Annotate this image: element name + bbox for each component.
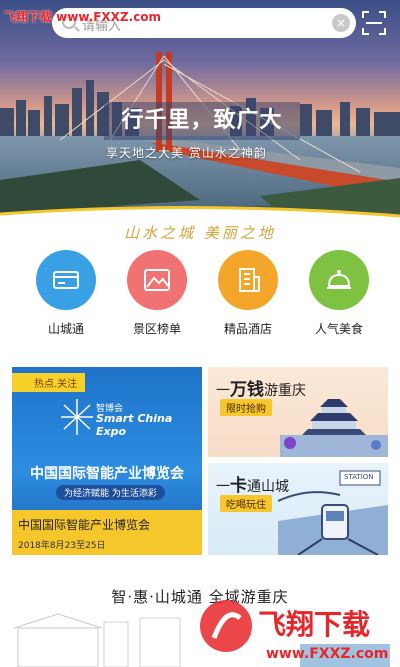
expo-logo-en-1: Smart China xyxy=(96,412,173,425)
nav-item-scenic-ranking[interactable]: 景区榜单 xyxy=(117,250,197,337)
hot-tag: 热点.关注 xyxy=(12,373,86,392)
hero-subtitle: 享天地之大美 赏山水之神韵 xyxy=(106,146,267,160)
expo-title: 中国国际智能产业博览会 xyxy=(18,518,151,532)
nav-circle xyxy=(36,250,96,310)
quick-nav: 山城通 景区榜单 精品酒店 人气美食 xyxy=(0,250,400,346)
watermark-logo: 飞翔下载 www.FXXZ.com xyxy=(200,600,388,662)
expo-tagline: 为经济赋能 为生活添彩 xyxy=(56,485,165,500)
pass-badge: 吃喝玩住 xyxy=(220,495,272,512)
nav-label: 精品酒店 xyxy=(223,322,272,336)
city-pass-card[interactable]: 一卡通山城 吃喝玩住 STATION xyxy=(208,463,388,555)
pass-prefix: 一 xyxy=(216,479,230,495)
hero-banner[interactable]: 飞翔下载 www.FXXZ.com 请输入 × 行千里，致广大 享天地之大美 赏… xyxy=(0,0,400,222)
watermark-text: 飞翔下载 xyxy=(258,608,370,641)
app-screen: 飞翔下载 www.FXXZ.com 请输入 × 行千里，致广大 享天地之大美 赏… xyxy=(0,0,400,667)
nav-item-shanchengtong[interactable]: 山城通 xyxy=(26,250,106,337)
nav-item-food[interactable]: 人气美食 xyxy=(299,250,379,337)
nav-item-hotels[interactable]: 精品酒店 xyxy=(208,250,288,337)
mountain-photo-icon xyxy=(144,269,170,291)
travel-deal-card[interactable]: 一万钱游重庆 限时抢购 xyxy=(208,367,388,457)
nav-circle xyxy=(309,250,369,310)
temple-illustration xyxy=(280,399,388,457)
travel-prefix: 一 xyxy=(216,383,230,399)
watermark-top: 飞翔下载 www.FXXZ.com xyxy=(4,10,162,24)
expo-logo-en-2: Expo xyxy=(96,425,127,438)
food-cloche-icon xyxy=(327,270,351,289)
nav-label: 人气美食 xyxy=(314,322,363,336)
nav-label: 山城通 xyxy=(47,322,84,336)
building-icon xyxy=(239,268,260,292)
travel-badge: 限时抢购 xyxy=(220,399,272,416)
nav-label: 景区榜单 xyxy=(132,322,181,336)
card-icon xyxy=(53,271,79,289)
watermark-url: www.FXXZ.com xyxy=(266,646,388,662)
pass-highlight: 卡 xyxy=(230,476,247,496)
clear-icon[interactable]: × xyxy=(332,14,350,32)
nav-circle xyxy=(218,250,278,310)
scan-icon[interactable] xyxy=(362,11,386,35)
slogan: 山水之城 美丽之地 xyxy=(124,224,276,242)
station-sign: STATION xyxy=(344,473,374,481)
travel-highlight: 万钱 xyxy=(230,380,264,400)
expo-logo-icon xyxy=(61,399,93,435)
hero-title: 行千里，致广大 xyxy=(104,102,300,140)
expo-date: 2018年8月23至25日 xyxy=(18,541,106,551)
nav-circle xyxy=(127,250,187,310)
hero-curve-divider xyxy=(0,205,400,222)
expo-headline: 中国国际智能产业博览会 xyxy=(30,466,184,482)
expo-caption: 中国国际智能产业博览会 2018年8月23至25日 xyxy=(12,510,202,555)
expo-card[interactable]: 热点.关注 智博会 Smart China Expo 中国国际智能产业博览会 为… xyxy=(12,367,202,555)
